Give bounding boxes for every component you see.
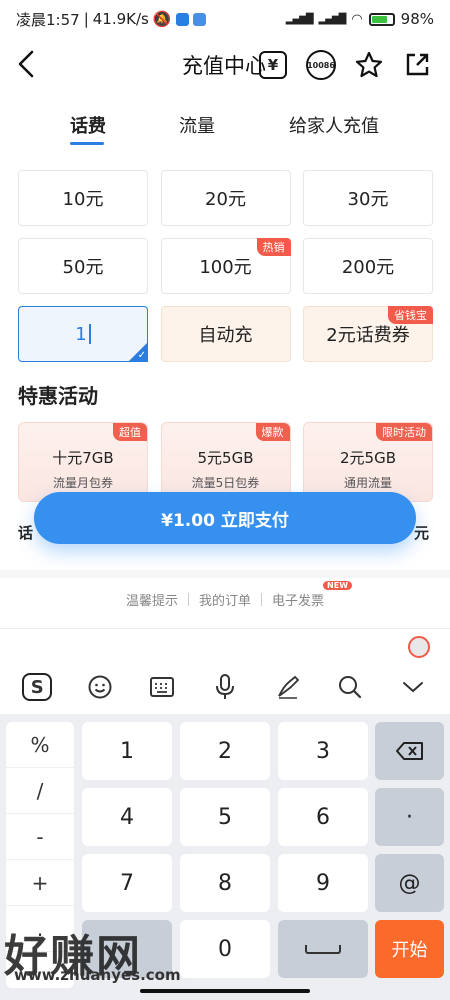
- amount-option-20[interactable]: 20元: [160, 170, 291, 226]
- key-slash[interactable]: /: [6, 768, 74, 814]
- amount-option-10[interactable]: 10元: [18, 170, 148, 226]
- space-icon: [305, 944, 341, 954]
- text-caret: [88, 324, 91, 344]
- key-plus[interactable]: +: [6, 860, 74, 906]
- service-number: 10086: [306, 50, 336, 80]
- watermark-url: www.zhuanyes.com: [14, 966, 181, 984]
- amount-option-100[interactable]: 100元 热销: [160, 238, 291, 294]
- key-8[interactable]: 8: [180, 854, 270, 912]
- key-0[interactable]: 0: [180, 920, 270, 978]
- key-1[interactable]: 1: [82, 722, 172, 780]
- new-badge: NEW: [323, 581, 353, 590]
- custom-amount-value: 1: [75, 323, 87, 345]
- status-time: 凌晨1:57: [16, 10, 80, 29]
- deal-subtitle: 流量5日包券: [191, 476, 260, 490]
- key-2[interactable]: 2: [180, 722, 270, 780]
- key-6[interactable]: 6: [278, 788, 368, 846]
- key-5[interactable]: 5: [180, 788, 270, 846]
- deal-title: 十元7GB: [52, 449, 114, 467]
- emoji-icon[interactable]: [85, 672, 115, 702]
- keyboard-toolbar: S: [0, 664, 450, 710]
- battery-percent: 98%: [400, 10, 434, 28]
- mute-icon: 🔕: [152, 10, 172, 28]
- key-percent[interactable]: %: [6, 722, 74, 768]
- yen-glyph: ¥: [259, 51, 287, 79]
- handwriting-icon[interactable]: [273, 672, 303, 702]
- app-notification-icon-2: [192, 12, 206, 26]
- footer-links: 温馨提示 我的订单 电子发票 NEW: [0, 581, 450, 609]
- signal-icon: ▂▄▆█: [285, 13, 314, 25]
- key-4[interactable]: 4: [82, 788, 172, 846]
- deal-badge: 爆款: [255, 423, 290, 441]
- start-key[interactable]: 开始: [375, 920, 444, 978]
- deal-card[interactable]: 爆款 5元5GB 流量5日包券: [160, 422, 291, 502]
- amount-option-30[interactable]: 30元: [303, 170, 433, 226]
- partial-text-right: 元: [414, 524, 430, 542]
- wifi-icon: ◠: [351, 11, 363, 27]
- money-saver-badge: 省钱宝: [388, 306, 433, 324]
- auto-recharge-option[interactable]: 自动充: [160, 306, 291, 362]
- key-3[interactable]: 3: [278, 722, 368, 780]
- backspace-key[interactable]: [375, 722, 444, 780]
- favorite-star-icon[interactable]: [352, 48, 386, 82]
- hot-sale-badge: 热销: [256, 238, 291, 256]
- recharge-record-icon[interactable]: ¥: [256, 48, 290, 82]
- section-divider: [0, 570, 450, 578]
- search-icon[interactable]: [335, 672, 365, 702]
- deal-subtitle: 通用流量: [343, 476, 392, 490]
- amount-grid: 10元 20元 30元 50元 100元 热销 200元 1 ✓ 自动充 2元话…: [18, 170, 433, 362]
- sogou-icon[interactable]: S: [22, 673, 53, 701]
- tab-data[interactable]: 流量: [179, 112, 215, 138]
- deal-badge: 限时活动: [376, 423, 432, 441]
- amount-option-200[interactable]: 200元: [303, 238, 433, 294]
- deal-title: 2元5GB: [339, 449, 396, 467]
- deal-title: 5元5GB: [197, 449, 254, 467]
- deals-list: 超值 十元7GB 流量月包券 爆款 5元5GB 流量5日包券 限时活动 2元5G…: [18, 422, 433, 502]
- deals-section-title: 特惠活动: [18, 384, 98, 408]
- tips-link[interactable]: 温馨提示: [126, 590, 178, 609]
- partial-text-left: 话: [18, 524, 34, 542]
- home-indicator[interactable]: [140, 989, 310, 993]
- invoice-link[interactable]: 电子发票 NEW: [272, 581, 353, 609]
- microphone-icon[interactable]: [210, 672, 240, 702]
- app-notification-icon: [175, 12, 189, 26]
- key-at[interactable]: @: [375, 854, 444, 912]
- active-tab-indicator: [70, 142, 104, 145]
- deal-subtitle: 流量月包券: [52, 476, 113, 490]
- service-hotline-icon[interactable]: 10086: [304, 48, 338, 82]
- key-minus[interactable]: -: [6, 814, 74, 860]
- signal-icon-2: ▂▄▆█: [318, 13, 347, 25]
- keyboard-avatar[interactable]: [408, 636, 430, 658]
- battery-icon: [368, 12, 395, 26]
- deal-badge: 超值: [113, 423, 147, 441]
- amount-option-50[interactable]: 50元: [18, 238, 148, 294]
- status-bar: 凌晨1:57 | 41.9K/s 🔕 ▂▄▆█ ▂▄▆█ ◠ 98%: [16, 10, 434, 29]
- key-9[interactable]: 9: [278, 854, 368, 912]
- tab-phone-bill[interactable]: 话费: [70, 112, 106, 138]
- pay-now-button[interactable]: ¥1.00 立即支付: [34, 492, 416, 544]
- deal-card[interactable]: 超值 十元7GB 流量月包券: [18, 422, 148, 502]
- status-speed: 41.9K/s: [92, 10, 149, 28]
- page-title: 充值中心: [182, 54, 266, 78]
- link-separator: [187, 593, 189, 606]
- key-7[interactable]: 7: [82, 854, 172, 912]
- key-dot[interactable]: ·: [375, 788, 444, 846]
- collapse-keyboard-icon[interactable]: [398, 672, 428, 702]
- deal-card[interactable]: 限时活动 2元5GB 通用流量: [303, 422, 433, 502]
- selected-check-icon: ✓: [128, 342, 148, 362]
- coupon-option[interactable]: 2元话费券 省钱宝: [303, 306, 433, 362]
- header: 充值中心 ¥ 10086: [0, 38, 450, 94]
- orders-link[interactable]: 我的订单: [199, 590, 251, 609]
- tab-family-recharge[interactable]: 给家人充值: [289, 112, 379, 138]
- custom-amount-input[interactable]: 1 ✓: [18, 306, 148, 362]
- share-icon[interactable]: [400, 48, 434, 82]
- back-icon[interactable]: [14, 48, 44, 82]
- link-separator: [261, 593, 262, 606]
- tab-bar: 话费 流量 给家人充值: [0, 100, 450, 150]
- keyboard-divider: [0, 628, 450, 629]
- space-key[interactable]: [278, 920, 368, 978]
- keyboard-icon[interactable]: [147, 672, 177, 702]
